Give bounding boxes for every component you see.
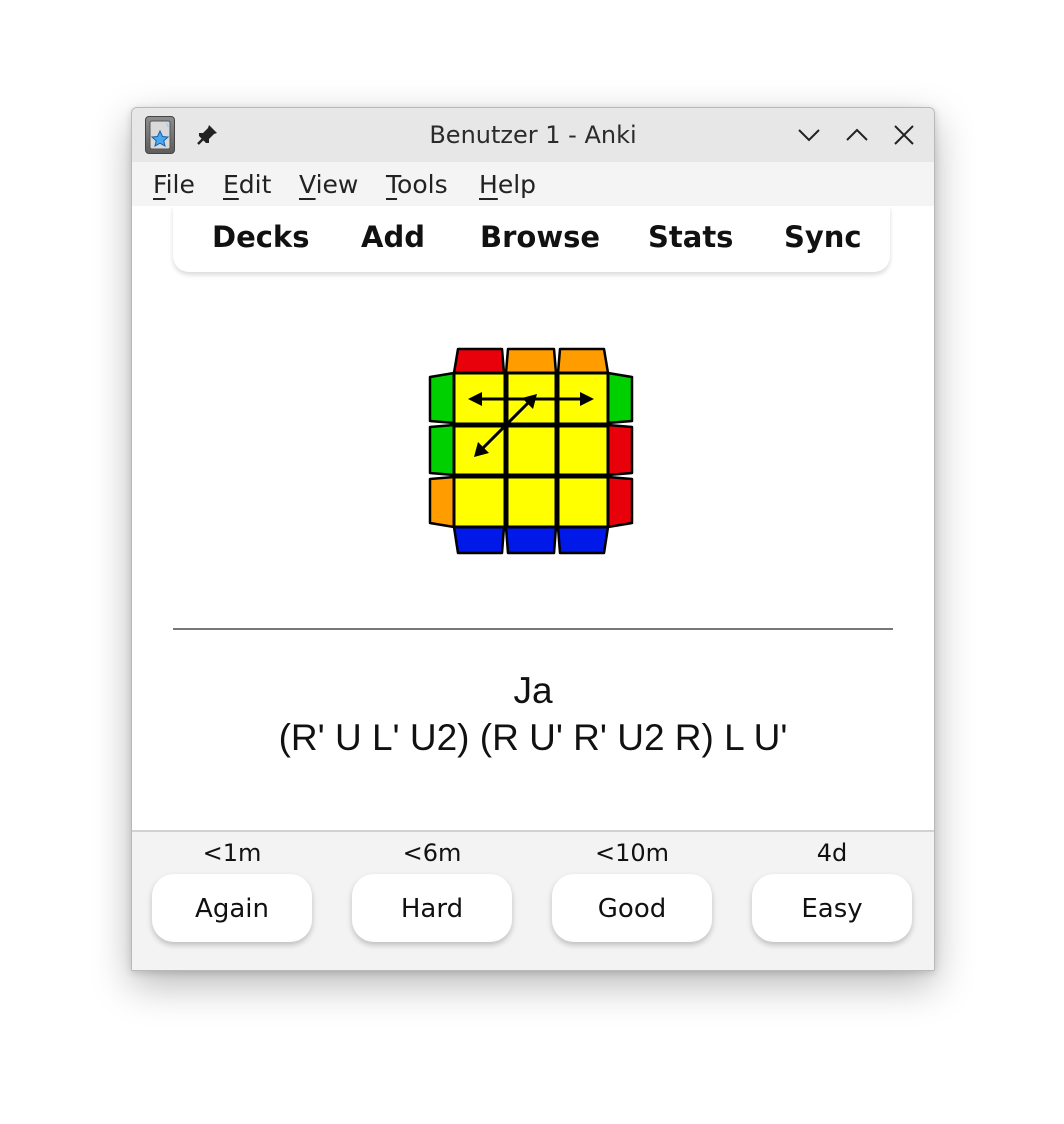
menu-bar: File Edit View Tools Help <box>132 162 934 206</box>
hard-button[interactable]: Hard <box>352 874 512 942</box>
answer-algorithm: (R' U L' U2) (R U' R' U2 R) L U' <box>278 717 788 758</box>
sticker-front-1 <box>452 525 506 555</box>
answer-bar: <1m <6m <10m 4d Again Hard Good Easy <box>132 830 934 970</box>
sticker-left-3 <box>428 475 456 529</box>
main-toolbar: Decks Add Browse Stats Sync <box>173 206 890 272</box>
toolbar-decks[interactable]: Decks <box>212 220 309 254</box>
interval-easy: 4d <box>816 839 848 867</box>
menu-help[interactable]: Help <box>479 162 536 206</box>
maximize-icon[interactable] <box>843 121 871 149</box>
menu-tools[interactable]: Tools <box>386 162 448 206</box>
sticker-left-2 <box>428 423 456 477</box>
pll-cube-diagram <box>428 347 634 555</box>
toolbar-stats[interactable]: Stats <box>648 220 733 254</box>
sticker-back-3 <box>556 347 610 375</box>
menu-file[interactable]: File <box>153 162 195 206</box>
anki-app-icon[interactable] <box>145 116 175 154</box>
sticker-right-1 <box>606 371 634 425</box>
close-icon[interactable] <box>890 121 918 149</box>
sticker-front-3 <box>556 525 610 555</box>
toolbar-add[interactable]: Add <box>361 220 425 254</box>
sticker-back-1 <box>452 347 506 375</box>
anki-window: Benutzer 1 - Anki File Edit View Tools H… <box>131 107 935 971</box>
toolbar-sync[interactable]: Sync <box>784 220 862 254</box>
pin-icon[interactable] <box>194 122 220 148</box>
interval-good: <10m <box>594 839 670 867</box>
sticker-left-1 <box>428 371 456 425</box>
good-button[interactable]: Good <box>552 874 712 942</box>
again-button[interactable]: Again <box>152 874 312 942</box>
interval-hard: <6m <box>402 839 462 867</box>
sticker-front-2 <box>504 525 558 555</box>
sticker-back-2 <box>504 347 558 375</box>
sticker-right-3 <box>606 475 634 529</box>
easy-button[interactable]: Easy <box>752 874 912 942</box>
title-bar[interactable]: Benutzer 1 - Anki <box>132 108 934 162</box>
answer-case-name: Ja <box>513 670 553 711</box>
sticker-right-2 <box>606 423 634 477</box>
answer-divider <box>173 628 893 630</box>
menu-edit[interactable]: Edit <box>223 162 271 206</box>
toolbar-browse[interactable]: Browse <box>480 220 600 254</box>
menu-view[interactable]: View <box>299 162 358 206</box>
minimize-icon[interactable] <box>795 121 823 149</box>
interval-again: <1m <box>202 839 262 867</box>
card-content: Ja (R' U L' U2) (R U' R' U2 R) L U' <box>132 272 934 830</box>
